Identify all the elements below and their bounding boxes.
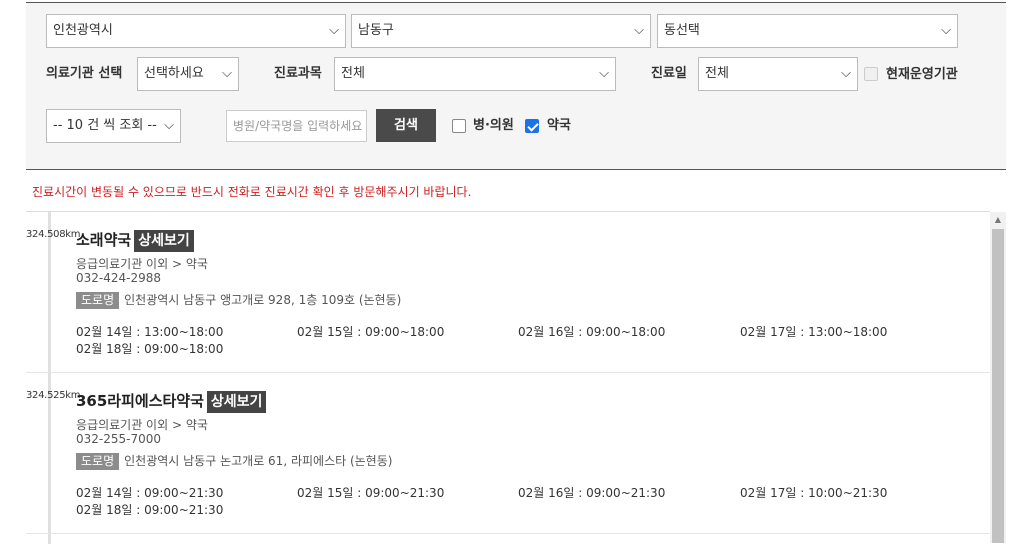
results-scrollbar[interactable]: ▲ — [990, 212, 1006, 543]
results-list: 324.508km 소래약국 상세보기 응급의료기관 이외 > 약국 032-42… — [26, 211, 990, 544]
pharmacy-name-text: 소래약국 — [76, 231, 132, 249]
scrollbar-thumb[interactable] — [992, 229, 1004, 543]
phone-text: 032-255-7000 — [76, 432, 162, 446]
chevron-down-icon: ⌵ — [599, 66, 609, 81]
dong-select-value: 동선택 — [664, 23, 700, 38]
chevron-down-icon: ⌵ — [222, 66, 232, 81]
page-size-select-value: -- 10 건 씩 조회 -- — [53, 118, 157, 133]
search-input[interactable]: 병원/약국명을 입력하세요 — [226, 110, 367, 142]
road-address-badge: 도로명 — [76, 453, 120, 470]
category-text: 응급의료기관 이외 > 약국 — [76, 418, 208, 432]
day-select-value: 전체 — [705, 66, 729, 81]
hours-entry: 02월 16일 : 09:00~18:00 — [518, 325, 666, 339]
chevron-down-icon: ⌵ — [329, 23, 339, 38]
facility-select[interactable]: 선택하세요 ⌵ — [137, 57, 239, 91]
pharmacy-name: 소래약국 상세보기 — [76, 229, 194, 252]
hours-notice: 진료시간이 변동될 수 있으므로 반드시 전화로 진료시간 확인 후 방문해주시… — [32, 185, 472, 199]
address-row: 도로명 인천광역시 남동구 앵고개로 928, 1층 109호 (논현동) — [76, 292, 401, 309]
detail-button[interactable]: 상세보기 — [134, 230, 194, 252]
search-input-placeholder: 병원/약국명을 입력하세요 — [233, 119, 363, 133]
page-size-select[interactable]: -- 10 건 씩 조회 -- ⌵ — [46, 109, 181, 143]
region-select-value: 인천광역시 — [53, 23, 113, 38]
pharmacy-label: 약국 — [547, 118, 571, 133]
chevron-down-icon: ⌵ — [941, 23, 951, 38]
dong-select[interactable]: 동선택 ⌵ — [657, 14, 958, 48]
department-select[interactable]: 전체 ⌵ — [334, 57, 616, 91]
chevron-down-icon: ⌵ — [164, 118, 174, 133]
open-now-checkbox[interactable] — [864, 67, 878, 81]
pharmacy-name: 365라피에스타약국 상세보기 — [76, 390, 267, 413]
hours-entry: 02월 14일 : 13:00~18:00 — [76, 325, 224, 339]
road-address-badge: 도로명 — [76, 292, 120, 309]
hours-entry: 02월 18일 : 09:00~21:30 — [76, 503, 224, 517]
address-text: 인천광역시 남동구 앵고개로 928, 1층 109호 (논현동) — [124, 293, 402, 307]
search-button[interactable]: 검색 — [376, 109, 436, 142]
chevron-down-icon: ⌵ — [841, 66, 851, 81]
address-text: 인천광역시 남동구 논고개로 61, 라피에스타 (논현동) — [124, 454, 393, 468]
hours-entry: 02월 17일 : 10:00~21:30 — [740, 486, 888, 500]
facility-select-value: 선택하세요 — [144, 66, 204, 81]
detail-button[interactable]: 상세보기 — [206, 391, 267, 413]
hours-entry: 02월 18일 : 09:00~18:00 — [76, 342, 224, 356]
hours-entry: 02월 14일 : 09:00~21:30 — [76, 486, 224, 500]
hospital-checkbox[interactable] — [452, 119, 466, 133]
day-label: 진료일 — [651, 66, 687, 81]
pharmacy-checkbox[interactable] — [525, 119, 539, 133]
scroll-up-arrow-icon[interactable]: ▲ — [990, 212, 1006, 228]
hours-entry: 02월 17일 : 13:00~18:00 — [740, 325, 888, 339]
distance-text: 324.525km — [26, 390, 81, 401]
department-label: 진료과목 — [274, 66, 322, 81]
distance-text: 324.508km — [26, 229, 81, 240]
pharmacy-name-text: 365라피에스타약국 — [76, 392, 204, 410]
district-select-value: 남동구 — [358, 23, 394, 38]
address-row: 도로명 인천광역시 남동구 논고개로 61, 라피에스타 (논현동) — [76, 453, 392, 470]
hours-entry: 02월 15일 : 09:00~21:30 — [297, 486, 445, 500]
hours-entry: 02월 16일 : 09:00~21:30 — [518, 486, 666, 500]
phone-text: 032-424-2988 — [76, 271, 162, 285]
search-filter-panel: 인천광역시 ⌵ 남동구 ⌵ 동선택 ⌵ 의료기관 선택 선택하세요 ⌵ 진료과목… — [26, 2, 1006, 170]
district-select[interactable]: 남동구 ⌵ — [351, 14, 651, 48]
category-text: 응급의료기관 이외 > 약국 — [76, 257, 208, 271]
day-select[interactable]: 전체 ⌵ — [698, 57, 858, 91]
department-select-value: 전체 — [341, 66, 365, 81]
result-item: 324.525km 365라피에스타약국 상세보기 응급의료기관 이외 > 약국 … — [26, 373, 990, 534]
facility-label: 의료기관 선택 — [46, 66, 123, 81]
region-select[interactable]: 인천광역시 ⌵ — [46, 14, 346, 48]
open-now-label: 현재운영기관 — [886, 67, 958, 82]
chevron-down-icon: ⌵ — [634, 23, 644, 38]
hours-entry: 02월 15일 : 09:00~18:00 — [297, 325, 445, 339]
result-item: 324.508km 소래약국 상세보기 응급의료기관 이외 > 약국 032-42… — [26, 212, 990, 373]
hospital-label: 병·의원 — [473, 118, 514, 133]
